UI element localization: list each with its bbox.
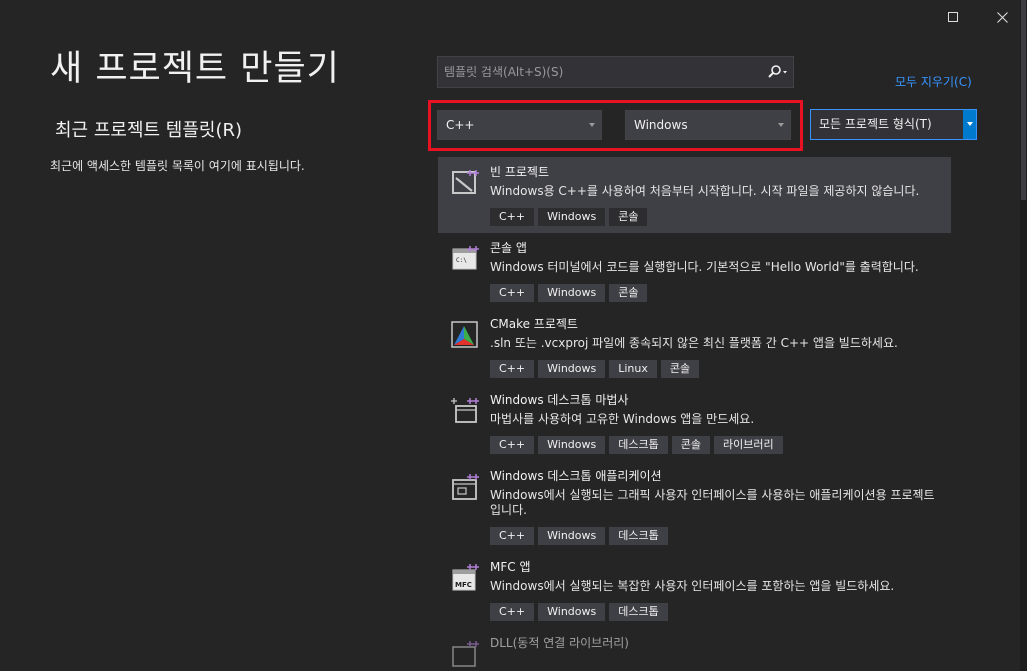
template-tag: 콘솔 — [609, 208, 648, 226]
project-type-filter-combo[interactable]: 모든 프로젝트 형식(T) — [810, 109, 977, 140]
template-tag: 콘솔 — [660, 360, 700, 378]
template-tag: Windows — [538, 527, 606, 545]
desktop-wizard-icon — [450, 396, 480, 426]
template-tag: Linux — [609, 360, 657, 378]
template-tag: 데스크톱 — [609, 527, 668, 545]
template-tag: 데스크톱 — [609, 603, 668, 621]
template-item-desktop-wizard[interactable]: Windows 데스크톱 마법사 마법사를 사용하여 고유한 Windows 앱… — [438, 385, 951, 461]
template-list[interactable]: 빈 프로젝트 Windows용 C++를 사용하여 처음부터 시작합니다. 시작… — [438, 157, 951, 671]
template-tag: C++ — [490, 436, 535, 454]
template-tag: C++ — [490, 284, 535, 302]
template-name: Windows 데스크톱 애플리케이션 — [490, 469, 662, 483]
template-tag: 데스크톱 — [609, 436, 668, 454]
template-tag: Windows — [538, 208, 606, 226]
svg-text:C:\: C:\ — [456, 257, 467, 264]
desktop-app-icon — [450, 472, 480, 502]
cmake-icon — [450, 320, 480, 350]
template-name: CMake 프로젝트 — [490, 317, 578, 331]
template-tag: Windows — [538, 360, 606, 378]
maximize-icon — [948, 12, 958, 22]
search-icon[interactable] — [767, 64, 789, 80]
page-title: 새 프로젝트 만들기 — [50, 49, 340, 89]
template-tag: C++ — [490, 208, 535, 226]
chevron-down-icon — [589, 123, 595, 127]
template-tag: 라이브러리 — [713, 436, 783, 454]
template-description: Windows에서 실행되는 그래픽 사용자 인터페이스를 사용하는 애플리케이… — [490, 488, 935, 517]
template-item-mfc-app[interactable]: MFC MFC 앱 Windows에서 실행되는 복잡한 사용자 인터페이스를 … — [438, 552, 951, 628]
template-item-desktop-application[interactable]: Windows 데스크톱 애플리케이션 Windows에서 실행되는 그래픽 사… — [438, 461, 951, 552]
template-description: Windows에서 실행되는 복잡한 사용자 인터페이스를 포함하는 앱을 빌드… — [490, 579, 895, 593]
maximize-button[interactable] — [938, 6, 968, 28]
template-name: MFC 앱 — [490, 560, 531, 574]
template-description: .sln 또는 .vcxproj 파일에 종속되지 않은 최신 플랫폼 간 C+… — [490, 336, 898, 350]
template-name: Windows 데스크톱 마법사 — [490, 393, 629, 407]
template-item-empty-project[interactable]: 빈 프로젝트 Windows용 C++를 사용하여 처음부터 시작합니다. 시작… — [438, 157, 951, 233]
template-tag: Windows — [538, 436, 606, 454]
project-type-filter-value: 모든 프로젝트 형식(T) — [819, 117, 932, 131]
template-search-box[interactable] — [437, 56, 794, 88]
template-item-dll[interactable]: DLL(동적 연결 라이브러리) — [438, 628, 951, 667]
template-name: DLL(동적 연결 라이브러리) — [490, 636, 629, 650]
template-name: 콘솔 앱 — [490, 241, 527, 255]
template-tag: 콘솔 — [671, 436, 710, 454]
template-tag: Windows — [538, 284, 606, 302]
dll-icon — [450, 639, 480, 669]
platform-filter-value: Windows — [634, 118, 688, 132]
recent-templates-heading: 최근 프로젝트 템플릿(R) — [55, 120, 243, 141]
template-tag: C++ — [490, 360, 535, 378]
template-tag: Windows — [538, 603, 606, 621]
empty-project-icon — [450, 168, 480, 198]
chevron-down-icon — [778, 123, 784, 127]
chevron-down-icon[interactable] — [963, 110, 976, 139]
close-button[interactable] — [987, 6, 1017, 28]
template-item-cmake-project[interactable]: CMake 프로젝트 .sln 또는 .vcxproj 파일에 종속되지 않은 … — [438, 309, 951, 385]
template-item-console-app[interactable]: C:\ 콘솔 앱 Windows 터미널에서 코드를 실행합니다. 기본적으로 … — [438, 233, 951, 309]
template-description: Windows 터미널에서 코드를 실행합니다. 기본적으로 "Hello Wo… — [490, 260, 919, 274]
language-filter-combo[interactable]: C++ — [437, 110, 602, 140]
language-filter-value: C++ — [446, 118, 475, 132]
scrollbar-thumb[interactable] — [1021, 0, 1026, 200]
template-tag: 콘솔 — [609, 284, 648, 302]
template-name: 빈 프로젝트 — [490, 165, 550, 179]
console-app-icon: C:\ — [450, 244, 480, 274]
platform-filter-combo[interactable]: Windows — [625, 110, 791, 140]
template-tag: C++ — [490, 603, 535, 621]
template-description: 마법사를 사용하여 고유한 Windows 앱을 만드세요. — [490, 412, 755, 426]
recent-templates-empty-message: 최근에 액세스한 템플릿 목록이 여기에 표시됩니다. — [50, 159, 305, 173]
close-icon — [996, 11, 1008, 23]
template-description: Windows용 C++를 사용하여 처음부터 시작합니다. 시작 파일을 제공… — [490, 184, 920, 198]
template-tag: C++ — [490, 527, 535, 545]
clear-all-filters-link[interactable]: 모두 지우기(C) — [895, 73, 972, 90]
svg-text:MFC: MFC — [455, 581, 472, 589]
mfc-icon: MFC — [450, 563, 480, 593]
template-search-input[interactable] — [438, 57, 758, 87]
